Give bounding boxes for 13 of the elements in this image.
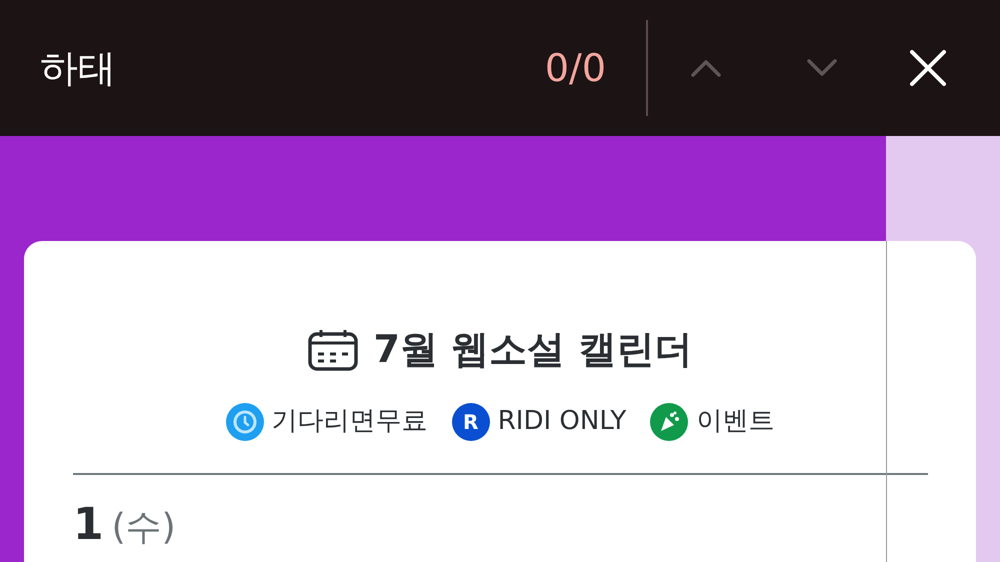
day-number: 1 (73, 503, 104, 547)
match-count: 0/0 (544, 44, 606, 92)
close-icon (910, 50, 946, 86)
search-field[interactable]: 하태 (40, 40, 545, 96)
ridi-badge-icon: R (452, 402, 490, 440)
legend-label: RIDI ONLY (498, 405, 626, 438)
weekday-label: (수) (112, 510, 176, 546)
calendar-title: 7월 웹소설 캘린더 (374, 326, 692, 373)
legend-label: 기다리면무료 (272, 405, 428, 438)
legend-label: 이벤트 (696, 405, 774, 438)
calendar-icon (308, 328, 358, 370)
chevron-up-icon (691, 59, 721, 77)
chevron-down-icon (807, 59, 837, 77)
